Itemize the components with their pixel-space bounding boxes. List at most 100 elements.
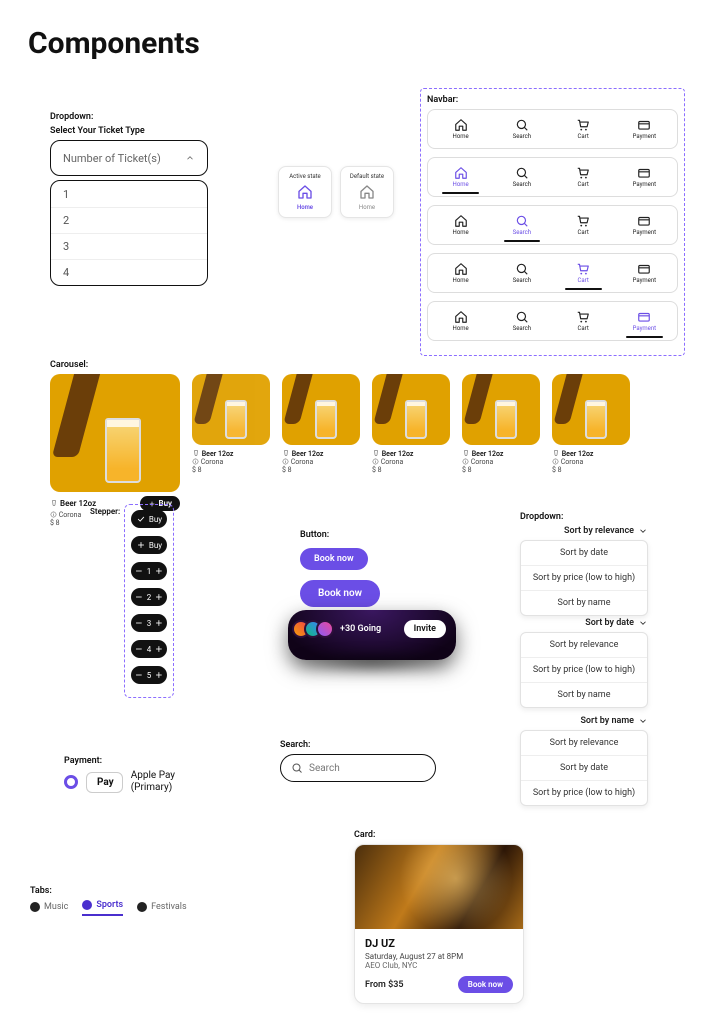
sort-selected-label: Sort by name [580, 716, 634, 726]
navbar-item-cart[interactable]: Cart [553, 118, 614, 140]
sort-selected[interactable]: Sort by relevance [520, 526, 648, 536]
stepper-buy-plus[interactable]: Buy [131, 536, 167, 554]
dropdown-option[interactable]: 1 [51, 181, 207, 207]
product-name: Beer 12oz [552, 449, 593, 458]
navbar-item-home[interactable]: Home [430, 262, 491, 284]
quantity-stepper[interactable]: 1 [131, 562, 167, 580]
navbar-item-home[interactable]: Home [430, 118, 491, 140]
sort-selected[interactable]: Sort by name [520, 716, 648, 726]
payment-label-line1: Apple Pay [131, 770, 175, 781]
dropdown-option[interactable]: 4 [51, 259, 207, 285]
navbar-item-search[interactable]: Search [491, 214, 552, 236]
dropdown-option[interactable]: 3 [51, 233, 207, 259]
sort-option[interactable]: Sort by date [521, 755, 647, 780]
minus-icon[interactable] [134, 592, 144, 602]
navbar-item-payment[interactable]: Payment [614, 166, 675, 188]
navbar-item-cart[interactable]: Cart [553, 214, 614, 236]
sort-option[interactable]: Sort by name [521, 682, 647, 707]
product-card[interactable]: Beer 12oz Corona$ 8 [552, 374, 630, 527]
chevron-down-icon [638, 618, 648, 628]
minus-icon[interactable] [134, 618, 144, 628]
search-icon [515, 166, 529, 180]
navbar-item-cart[interactable]: Cart [553, 262, 614, 284]
navbar-item-label: Cart [577, 277, 588, 284]
plus-icon[interactable] [154, 670, 164, 680]
payment-option[interactable]: Pay Apple Pay (Primary) [64, 770, 175, 794]
stepper-buy-checked[interactable]: Buy [131, 510, 167, 528]
navbar-item-search[interactable]: Search [491, 310, 552, 332]
check-icon [136, 514, 146, 524]
glass-icon [372, 449, 380, 457]
cart-icon [576, 310, 590, 324]
sort-option[interactable]: Sort by relevance [521, 731, 647, 755]
quantity-stepper[interactable]: 5 [131, 666, 167, 684]
tab-sports[interactable]: Sports [82, 900, 123, 916]
minus-icon[interactable] [134, 670, 144, 680]
navbar-item-search[interactable]: Search [491, 262, 552, 284]
navbar-item-cart[interactable]: Cart [553, 166, 614, 188]
navbar-item-cart[interactable]: Cart [553, 310, 614, 332]
minus-icon[interactable] [134, 644, 144, 654]
going-count: +30 Going [340, 624, 381, 634]
sort-selected[interactable]: Sort by date [520, 618, 648, 628]
search-input[interactable]: Search [280, 754, 436, 782]
navbar-item-payment[interactable]: Payment [614, 214, 675, 236]
tab-music[interactable]: Music [30, 902, 68, 916]
dropdown-select[interactable]: Number of Ticket(s) [50, 140, 208, 176]
navbar: HomeSearchCartPayment [427, 205, 678, 245]
book-now-button-large[interactable]: Book now [300, 580, 380, 607]
sort-option[interactable]: Sort by date [521, 541, 647, 565]
avatar-stack [298, 620, 334, 638]
sort-option[interactable]: Sort by price (low to high) [521, 657, 647, 682]
sort-option[interactable]: Sort by price (low to high) [521, 780, 647, 805]
navbar-item-home[interactable]: Home [430, 214, 491, 236]
navbar-item-payment[interactable]: Payment [614, 310, 675, 332]
navbar-item-home[interactable]: Home [430, 310, 491, 332]
carousel-section: Carousel: Beer 12ozBuy Corona$ 8 Beer 12… [50, 360, 630, 527]
minus-icon[interactable] [134, 566, 144, 576]
navbar-item-label: Payment [633, 325, 657, 332]
radio-selected-icon [64, 775, 78, 789]
sort-option[interactable]: Sort by relevance [521, 633, 647, 657]
dropdown-section-label: Dropdown: [50, 112, 208, 122]
navbar: Home SearchCartPayment [427, 109, 678, 149]
product-image [372, 374, 450, 445]
invite-button[interactable]: Invite [404, 620, 446, 638]
tab-festivals[interactable]: Festivals [137, 902, 186, 916]
plus-icon[interactable] [154, 566, 164, 576]
navbar-item-payment[interactable]: Payment [614, 118, 675, 140]
cart-icon [576, 214, 590, 228]
product-card[interactable]: Beer 12oz Corona$ 8 [462, 374, 540, 527]
product-card[interactable]: Beer 12oz Corona$ 8 [192, 374, 270, 527]
navbar-item-search[interactable]: Search [491, 166, 552, 188]
search-icon [515, 262, 529, 276]
cart-icon [576, 262, 590, 276]
book-now-button[interactable]: Book now [300, 548, 368, 570]
quantity-stepper[interactable]: 4 [131, 640, 167, 658]
product-brand: Corona [372, 458, 450, 466]
info-icon [282, 458, 289, 465]
navbar-item-search[interactable]: Search [491, 118, 552, 140]
navbar: HomeSearchCartPayment [427, 157, 678, 197]
event-card[interactable]: DJ UZ Saturday, August 27 at 8PM AEO Clu… [354, 844, 524, 1004]
plus-icon[interactable] [154, 644, 164, 654]
sort-selected-label: Sort by date [585, 618, 634, 628]
quantity-stepper[interactable]: 3 [131, 614, 167, 632]
product-card[interactable]: Beer 12oz Corona$ 8 [282, 374, 360, 527]
dropdown-option[interactable]: 2 [51, 207, 207, 233]
dropdown-section: Dropdown: Select Your Ticket Type Number… [50, 112, 208, 286]
dropdown-options: 1 2 3 4 [50, 180, 208, 286]
chevron-up-icon [185, 153, 195, 163]
plus-icon[interactable] [154, 618, 164, 628]
plus-icon[interactable] [154, 592, 164, 602]
navbar-item-label: Home [453, 133, 469, 140]
event-book-button[interactable]: Book now [458, 976, 513, 993]
product-image [192, 374, 270, 445]
sort-option[interactable]: Sort by name [521, 590, 647, 615]
stepper-value: 4 [147, 645, 152, 654]
product-card[interactable]: Beer 12oz Corona$ 8 [372, 374, 450, 527]
navbar-item-home[interactable]: Home [430, 166, 491, 188]
navbar-item-payment[interactable]: Payment [614, 262, 675, 284]
quantity-stepper[interactable]: 2 [131, 588, 167, 606]
sort-option[interactable]: Sort by price (low to high) [521, 565, 647, 590]
